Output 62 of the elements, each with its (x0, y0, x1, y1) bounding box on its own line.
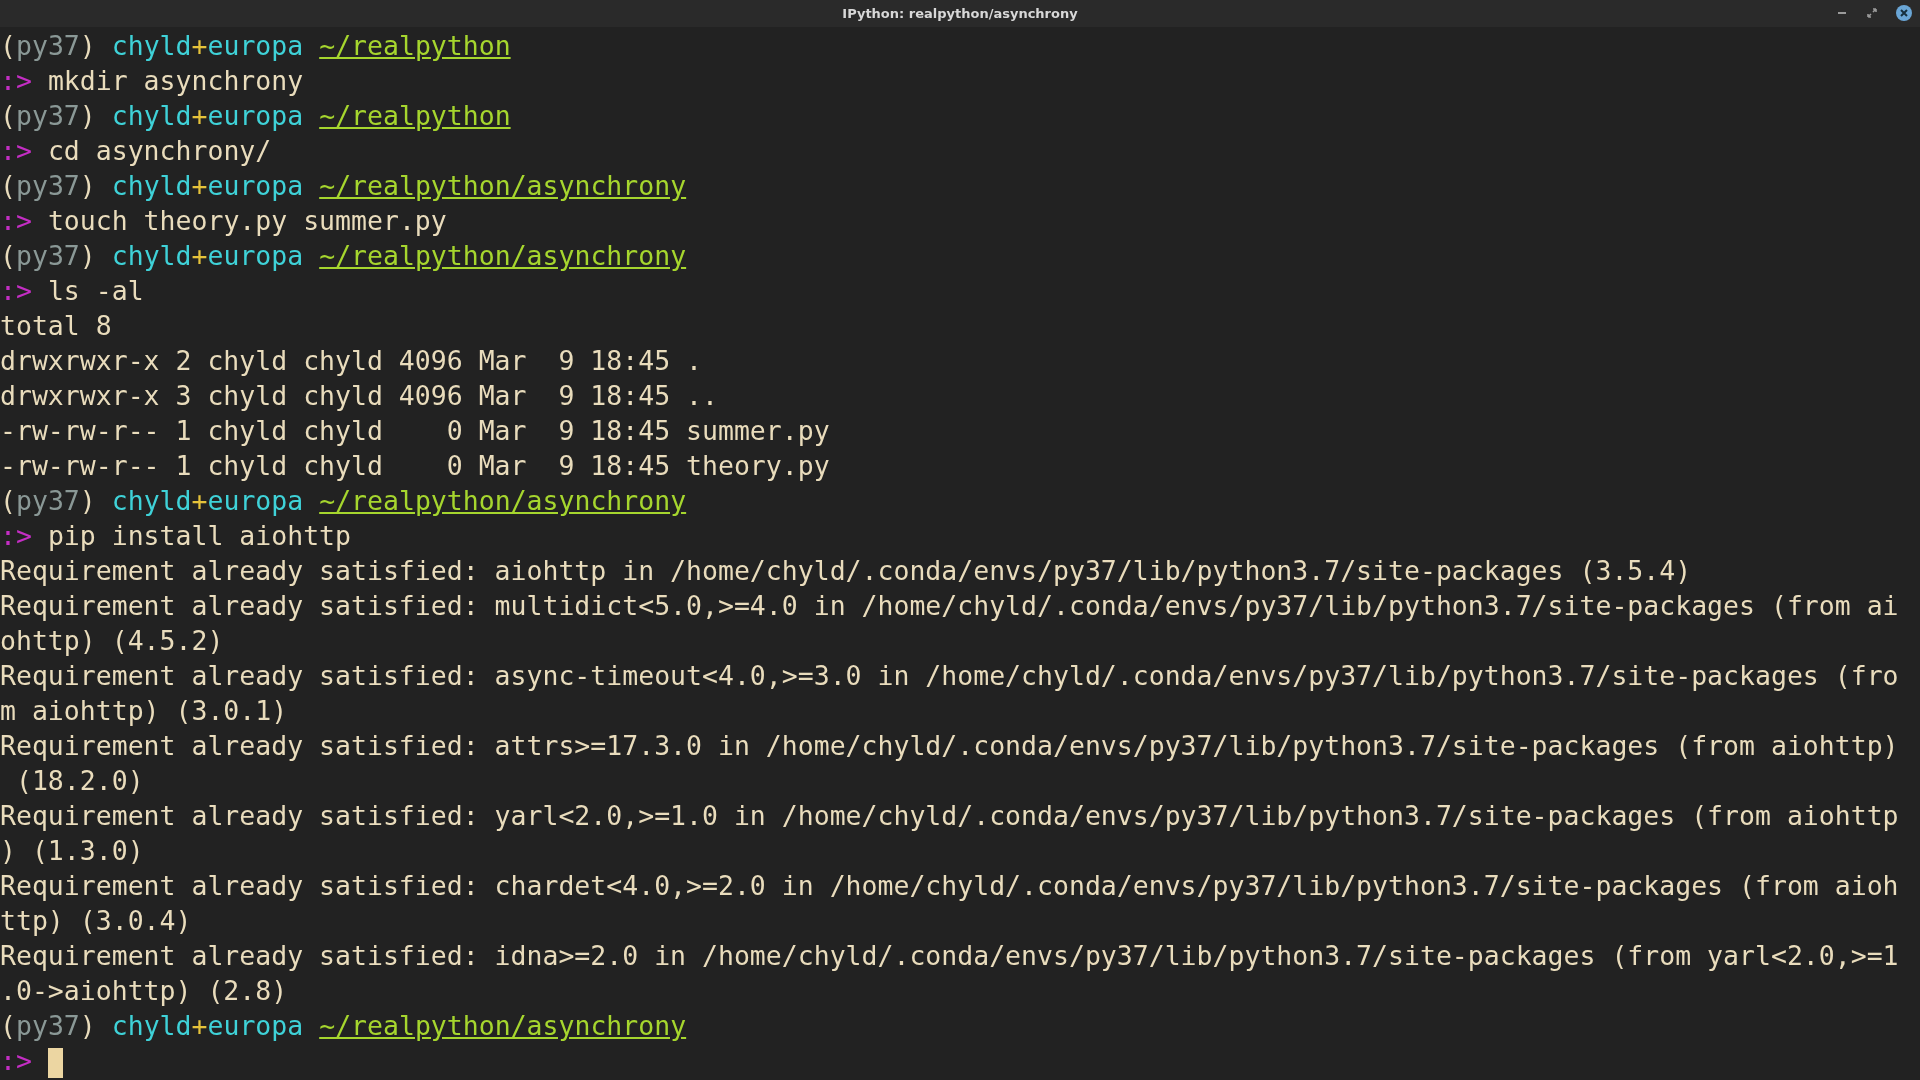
env-label: (py37) (0, 1010, 96, 1041)
command-text: ls -al (47, 275, 144, 306)
host-name: europa (207, 30, 304, 61)
prompt-marker: :> (0, 1045, 32, 1076)
command-text: pip install aiohttp (47, 520, 352, 551)
output-line: Requirement already satisfied: yarl<2.0,>=1.0 in /home/chyld/.conda/envs/py37/lib/python3.7/site-packages (from aiohttp (0, 800, 1899, 831)
env-label: (py37) (0, 240, 96, 271)
env-label: (py37) (0, 170, 96, 201)
output-line: -rw-rw-r-- 1 chyld chyld 0 Mar 9 18:45 theory.py (0, 450, 830, 481)
output-line: Requirement already satisfied: multidict<5.0,>=4.0 in /home/chyld/.conda/envs/py37/lib/python3.7/site-packages (from ai (0, 590, 1899, 621)
host-name: europa (207, 100, 304, 131)
host-name: europa (207, 170, 304, 201)
path-label: ~/realpython (319, 100, 511, 131)
path-label: ~/realpython (319, 30, 511, 61)
output-line: ohttp) (4.5.2) (0, 625, 224, 656)
output-line: (18.2.0) (14, 765, 144, 796)
window-title: IPython: realpython/asynchrony (842, 6, 1078, 21)
output-line: Requirement already satisfied: aiohttp in /home/chyld/.conda/envs/py37/lib/python3.7/site-packages (3.5.4) (0, 555, 1692, 586)
output-line: drwxrwxr-x 3 chyld chyld 4096 Mar 9 18:45 .. (0, 380, 718, 411)
close-icon[interactable] (1896, 5, 1912, 21)
env-label: (py37) (0, 30, 96, 61)
user-name: chyld (111, 30, 192, 61)
path-label: ~/realpython/asynchrony (319, 170, 687, 201)
path-label: ~/realpython/asynchrony (319, 240, 687, 271)
output-line: Requirement already satisfied: idna>=2.0 in /home/chyld/.conda/envs/py37/lib/python3.7/site-packages (from yarl<2.0,>=1 (0, 940, 1899, 971)
output-line: Requirement already satisfied: chardet<4.0,>=2.0 in /home/chyld/.conda/envs/py37/lib/python3.7/site-packages (from aioh (0, 870, 1899, 901)
host-name: europa (207, 240, 304, 271)
user-host-separator: + (191, 240, 208, 271)
user-name: chyld (111, 100, 192, 131)
path-label: ~/realpython/asynchrony (319, 485, 687, 516)
command-text: touch theory.py summer.py (47, 205, 447, 236)
command-text: cd asynchrony/ (47, 135, 272, 166)
env-label: (py37) (0, 485, 96, 516)
output-line: -rw-rw-r-- 1 chyld chyld 0 Mar 9 18:45 summer.py (0, 415, 830, 446)
path-label: ~/realpython/asynchrony (319, 1010, 687, 1041)
user-host-separator: + (191, 30, 208, 61)
user-name: chyld (111, 170, 192, 201)
user-name: chyld (111, 1010, 192, 1041)
output-line: .0->aiohttp) (2.8) (0, 975, 288, 1006)
prompt-marker: :> (0, 275, 32, 306)
prompt-marker: :> (0, 205, 32, 236)
output-line: total 8 (0, 310, 112, 341)
prompt-marker: :> (0, 135, 32, 166)
host-name: europa (207, 485, 304, 516)
user-host-separator: + (191, 100, 208, 131)
host-name: europa (207, 1010, 304, 1041)
output-line: m aiohttp) (3.0.1) (0, 695, 288, 726)
user-host-separator: + (191, 485, 208, 516)
user-name: chyld (111, 240, 192, 271)
output-line: ) (1.3.0) (0, 835, 144, 866)
output-line: ttp) (3.0.4) (0, 905, 192, 936)
output-line: Requirement already satisfied: attrs>=17.3.0 in /home/chyld/.conda/envs/py37/lib/python3.7/site-packages (from aiohttp) (0, 730, 1899, 761)
maximize-icon[interactable] (1866, 7, 1878, 19)
command-text: mkdir asynchrony (47, 65, 304, 96)
user-name: chyld (111, 485, 192, 516)
prompt-marker: :> (0, 65, 32, 96)
env-label: (py37) (0, 100, 96, 131)
output-line: drwxrwxr-x 2 chyld chyld 4096 Mar 9 18:45 . (0, 345, 702, 376)
output-line: Requirement already satisfied: async-timeout<4.0,>=3.0 in /home/chyld/.conda/envs/py37/lib/python3.7/site-packages (fro (0, 660, 1899, 691)
user-host-separator: + (191, 170, 208, 201)
prompt-marker: :> (0, 520, 32, 551)
user-host-separator: + (191, 1010, 208, 1041)
